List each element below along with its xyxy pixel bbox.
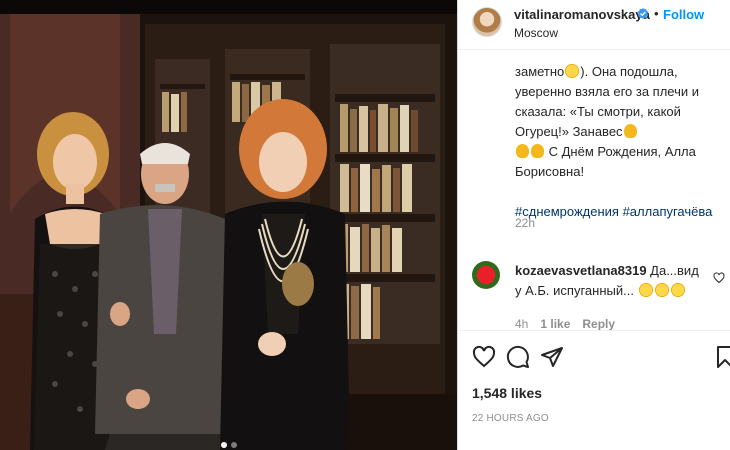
caption-hashtags[interactable]: #сднемрождения #аллапугачёва bbox=[515, 204, 712, 219]
carousel-dot bbox=[230, 442, 237, 448]
caption-timestamp: 22h bbox=[515, 216, 536, 230]
verified-badge-icon bbox=[637, 8, 649, 19]
post-sidebar: vitalinaromanovskaya • Follow Moscow зам… bbox=[457, 0, 730, 450]
carousel-indicator bbox=[0, 442, 457, 448]
clapping-emoji-icon bbox=[623, 124, 637, 138]
post-photo[interactable] bbox=[0, 0, 457, 450]
post-location[interactable]: Moscow bbox=[514, 26, 558, 40]
caption-text-start: заметно bbox=[515, 64, 565, 79]
comment-timestamp: 4h bbox=[515, 317, 529, 330]
follow-button[interactable]: Follow bbox=[663, 7, 704, 22]
comment-like-heart-icon[interactable] bbox=[713, 272, 725, 284]
carousel-dot-active bbox=[220, 442, 227, 448]
laughing-emoji-icon bbox=[565, 64, 580, 78]
comment-like-count[interactable]: 1 like bbox=[540, 317, 570, 330]
paper-plane-icon[interactable] bbox=[540, 345, 564, 369]
post-timestamp[interactable]: 22 hours ago bbox=[472, 413, 549, 424]
post-actions: 1,548 likes 22 hours ago bbox=[458, 330, 730, 450]
author-username[interactable]: vitalinaromanovskaya bbox=[514, 7, 650, 22]
clapping-emoji-icon bbox=[531, 144, 544, 158]
commenter-avatar[interactable] bbox=[472, 261, 500, 289]
heart-icon[interactable] bbox=[472, 345, 496, 369]
bookmark-icon[interactable] bbox=[713, 345, 730, 369]
smiling-emoji-icon bbox=[670, 283, 685, 297]
commenter-username[interactable]: kozaevasvetlana8319 bbox=[515, 263, 647, 278]
follow-separator: • bbox=[654, 6, 659, 21]
comment-meta: 4h 1 like Reply bbox=[515, 317, 615, 330]
post-photo-image bbox=[0, 14, 457, 450]
grinning-emoji-icon bbox=[638, 283, 653, 297]
comment-icon[interactable] bbox=[506, 345, 530, 369]
like-count[interactable]: 1,548 likes bbox=[472, 385, 542, 401]
post-caption: заметно). Она подошла, уверенно взяла ег… bbox=[515, 62, 723, 222]
clapping-emoji-icon bbox=[516, 144, 529, 158]
author-avatar[interactable] bbox=[472, 7, 502, 37]
comments-area[interactable]: заметно). Она подошла, уверенно взяла ег… bbox=[458, 50, 730, 330]
post-header: vitalinaromanovskaya • Follow Moscow bbox=[458, 0, 730, 50]
laughing-emoji-icon bbox=[654, 283, 669, 297]
comment-item: kozaevasvetlana8319 Да...вид у А.Б. испу… bbox=[515, 261, 705, 301]
comment-reply-button[interactable]: Reply bbox=[582, 317, 615, 330]
